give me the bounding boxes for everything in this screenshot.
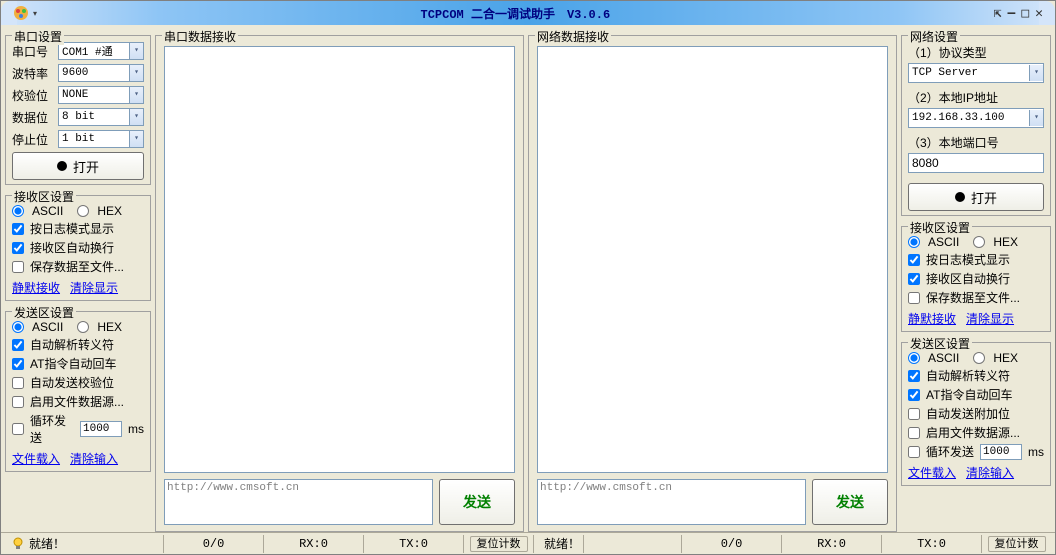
port-label: （3）本地端口号 [908, 134, 1044, 151]
baud-label: 波特率 [12, 65, 54, 82]
send-settings-right-group: 发送区设置 ASCII HEX 自动解析转义符 AT指令自动回车 自动发送附加位… [901, 342, 1051, 486]
recv-right-wrap-check[interactable] [908, 273, 920, 285]
right-sidebar: 网络设置 （1）协议类型 TCP Server▾ （2）本地IP地址 192.1… [901, 25, 1055, 532]
statusbar: 就绪！ 0/0 RX:0 TX:0 复位计数 就绪！ 0/0 RX:0 TX:0… [1, 532, 1055, 554]
window-title: TCPCOM 二合一调试助手 V3.0.6 [37, 5, 994, 22]
circle-icon [57, 161, 67, 171]
status-rx-right: RX:0 [817, 537, 846, 551]
databits-label: 数据位 [12, 109, 54, 126]
send-right-at-check[interactable] [908, 389, 920, 401]
recv-left-clear-link[interactable]: 清除显示 [70, 279, 118, 296]
status-ready-left: 就绪！ [29, 535, 65, 552]
recv-right-hex-radio[interactable] [973, 236, 985, 248]
protocol-label: （1）协议类型 [908, 44, 1044, 61]
pin-icon[interactable]: ⇱ [994, 6, 1002, 21]
ip-label: （2）本地IP地址 [908, 89, 1044, 106]
network-recv-group: 网络数据接收 http://www.cmsoft.cn 发送 [528, 35, 897, 532]
stopbits-select[interactable]: 1 bit▾ [58, 130, 144, 148]
chevron-down-icon: ▾ [1029, 65, 1043, 81]
serial-recv-group: 串口数据接收 http://www.cmsoft.cn 发送 [155, 35, 524, 532]
recv-right-logmode-check[interactable] [908, 254, 920, 266]
send-right-loop-check[interactable] [908, 446, 920, 458]
send-left-fileload-link[interactable]: 文件载入 [12, 450, 60, 467]
send-right-ascii-radio[interactable] [908, 352, 920, 364]
recv-right-silent-link[interactable]: 静默接收 [908, 310, 956, 327]
recv-left-hex-radio[interactable] [77, 205, 89, 217]
network-recv-textarea[interactable] [537, 46, 888, 473]
recv-right-ascii-radio[interactable] [908, 236, 920, 248]
send-left-filesrc-check[interactable] [12, 396, 24, 408]
port-input[interactable] [908, 153, 1044, 173]
status-tx-left: TX:0 [399, 537, 428, 551]
bulb-icon [11, 537, 25, 551]
network-send-button[interactable]: 发送 [812, 479, 888, 525]
network-open-button[interactable]: 打开 [908, 183, 1044, 211]
recv-settings-left-group: 接收区设置 ASCII HEX 按日志模式显示 接收区自动换行 保存数据至文件.… [5, 195, 151, 301]
ip-select[interactable]: 192.168.33.100▾ [908, 108, 1044, 128]
status-ready-right: 就绪！ [544, 535, 580, 552]
status-rx-left: RX:0 [299, 537, 328, 551]
send-settings-left-group: 发送区设置 ASCII HEX 自动解析转义符 AT指令自动回车 自动发送校验位… [5, 311, 151, 472]
titlebar: ▾ TCPCOM 二合一调试助手 V3.0.6 ⇱ — □ ✕ [1, 1, 1055, 25]
send-right-hex-radio[interactable] [973, 352, 985, 364]
serial-send-button[interactable]: 发送 [439, 479, 515, 525]
send-left-at-check[interactable] [12, 358, 24, 370]
send-left-clearinput-link[interactable]: 清除输入 [70, 450, 118, 467]
chevron-down-icon: ▾ [129, 87, 143, 103]
status-counter-right: 0/0 [721, 537, 743, 551]
minimize-button[interactable]: — [1008, 6, 1016, 21]
status-reset-right[interactable]: 复位计数 [988, 536, 1046, 552]
network-settings-group: 网络设置 （1）协议类型 TCP Server▾ （2）本地IP地址 192.1… [901, 35, 1051, 216]
chevron-down-icon: ▾ [129, 43, 143, 59]
chevron-down-icon: ▾ [1029, 110, 1043, 126]
recv-left-silent-link[interactable]: 静默接收 [12, 279, 60, 296]
serial-settings-title: 串口设置 [12, 28, 64, 45]
send-right-clearinput-link[interactable]: 清除输入 [966, 464, 1014, 481]
parity-select[interactable]: NONE▾ [58, 86, 144, 104]
circle-icon [955, 192, 965, 202]
send-right-escape-check[interactable] [908, 370, 920, 382]
chevron-down-icon: ▾ [129, 65, 143, 81]
app-icon [13, 5, 29, 21]
chevron-down-icon: ▾ [129, 109, 143, 125]
stopbits-label: 停止位 [12, 131, 54, 148]
serial-open-button[interactable]: 打开 [12, 152, 144, 180]
send-right-loop-interval[interactable] [980, 444, 1022, 460]
serial-recv-textarea[interactable] [164, 46, 515, 473]
chevron-down-icon: ▾ [129, 131, 143, 147]
recv-left-savefile-check[interactable] [12, 261, 24, 273]
recv-left-logmode-check[interactable] [12, 223, 24, 235]
maximize-button[interactable]: □ [1021, 6, 1029, 21]
send-right-append-check[interactable] [908, 408, 920, 420]
send-right-filesrc-check[interactable] [908, 427, 920, 439]
serial-settings-group: 串口设置 串口号 COM1 #通▾ 波特率 9600▾ 校验位 NONE▾ 数据… [5, 35, 151, 185]
send-left-hex-radio[interactable] [77, 321, 89, 333]
status-tx-right: TX:0 [917, 537, 946, 551]
recv-left-wrap-check[interactable] [12, 242, 24, 254]
send-left-ascii-radio[interactable] [12, 321, 24, 333]
parity-label: 校验位 [12, 87, 54, 104]
serial-port-label: 串口号 [12, 43, 54, 60]
recv-left-ascii-radio[interactable] [12, 205, 24, 217]
send-left-loop-interval[interactable] [80, 421, 122, 437]
serial-port-select[interactable]: COM1 #通▾ [58, 42, 144, 60]
send-right-fileload-link[interactable]: 文件载入 [908, 464, 956, 481]
left-sidebar: 串口设置 串口号 COM1 #通▾ 波特率 9600▾ 校验位 NONE▾ 数据… [1, 25, 155, 532]
close-button[interactable]: ✕ [1035, 6, 1043, 21]
status-reset-left[interactable]: 复位计数 [470, 536, 528, 552]
network-send-textarea[interactable]: http://www.cmsoft.cn [537, 479, 806, 525]
baud-select[interactable]: 9600▾ [58, 64, 144, 82]
protocol-select[interactable]: TCP Server▾ [908, 63, 1044, 83]
databits-select[interactable]: 8 bit▾ [58, 108, 144, 126]
send-left-loop-check[interactable] [12, 423, 24, 435]
recv-right-clear-link[interactable]: 清除显示 [966, 310, 1014, 327]
status-counter-left: 0/0 [203, 537, 225, 551]
send-left-checksum-check[interactable] [12, 377, 24, 389]
send-left-escape-check[interactable] [12, 339, 24, 351]
recv-right-savefile-check[interactable] [908, 292, 920, 304]
recv-settings-right-group: 接收区设置 ASCII HEX 按日志模式显示 接收区自动换行 保存数据至文件.… [901, 226, 1051, 332]
serial-send-textarea[interactable]: http://www.cmsoft.cn [164, 479, 433, 525]
